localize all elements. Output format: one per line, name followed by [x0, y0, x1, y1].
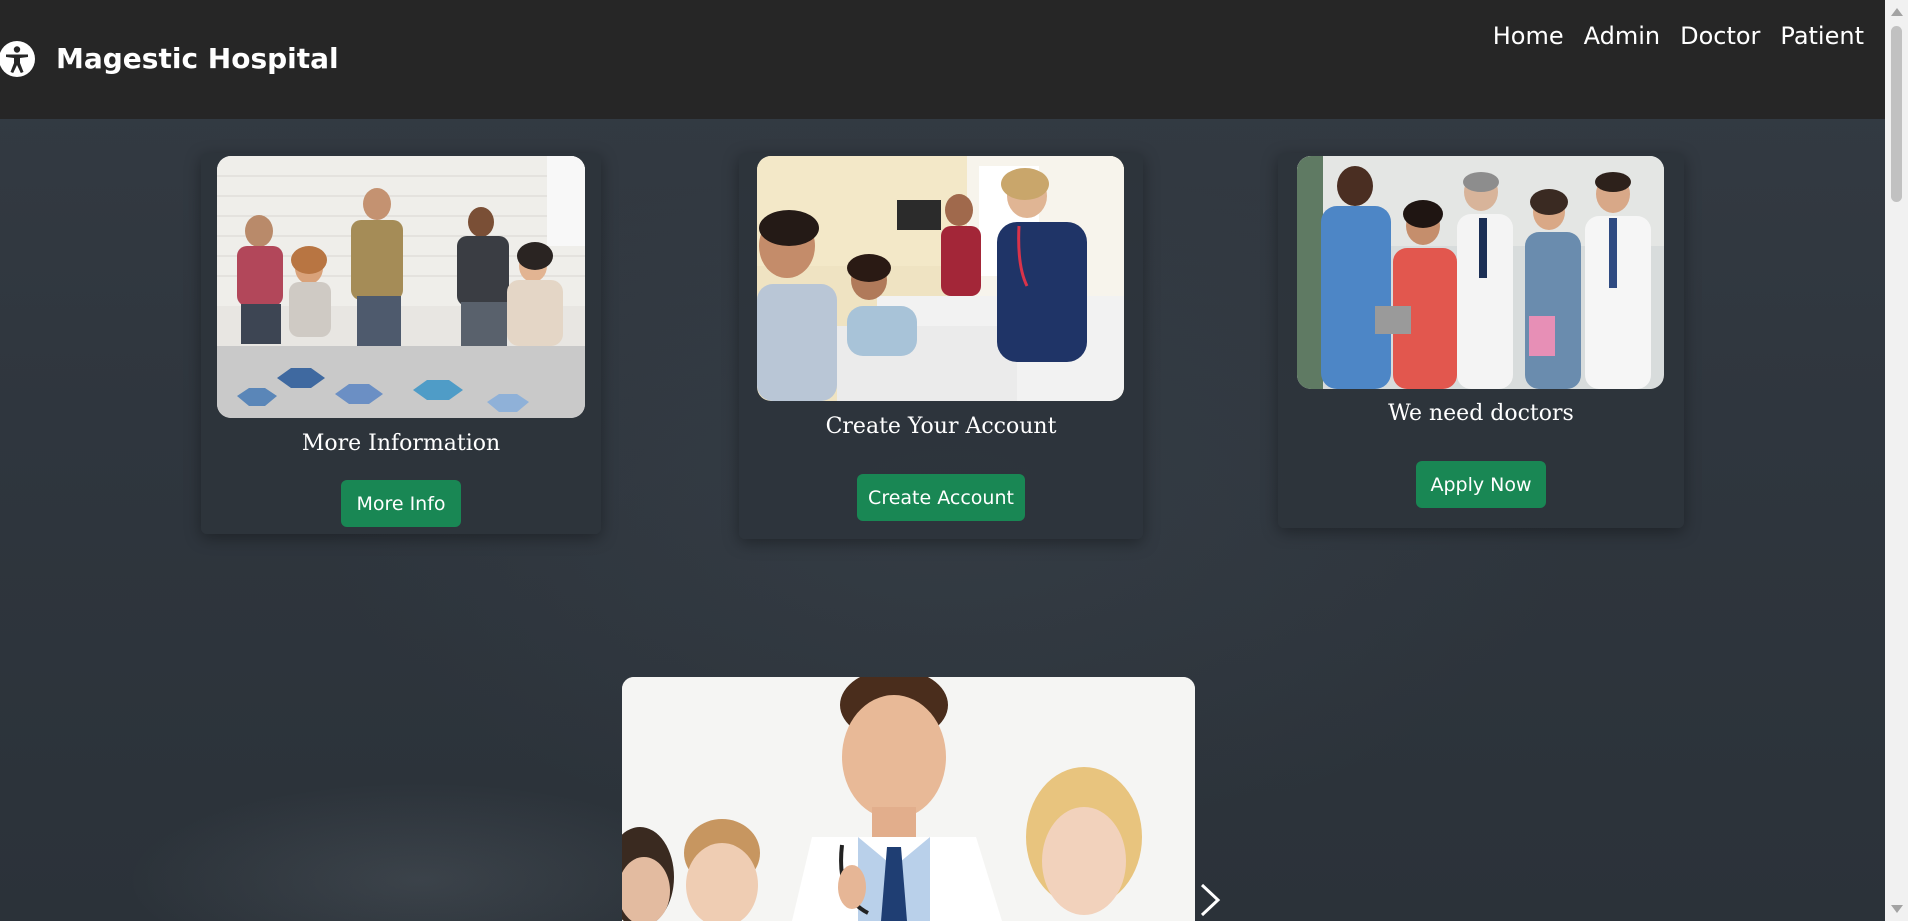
apply-now-button[interactable]: Apply Now — [1416, 461, 1546, 508]
nav-patient-link[interactable]: Patient — [1780, 22, 1864, 50]
patient-in-hospital-bed-photo — [757, 156, 1124, 401]
nav-home-link[interactable]: Home — [1493, 22, 1564, 50]
create-account-button[interactable]: Create Account — [857, 474, 1025, 521]
group-of-people-photo — [217, 156, 585, 418]
card-more-information: More Information More Info — [201, 153, 601, 534]
smiling-doctors-photo — [622, 677, 1195, 921]
more-info-button[interactable]: More Info — [341, 480, 461, 527]
card-title: More Information — [301, 431, 501, 456]
card-create-account: Create Your Account Create Account — [739, 153, 1143, 539]
scroll-thumb[interactable] — [1891, 26, 1902, 202]
card-title: Create Your Account — [825, 414, 1057, 439]
nav-doctor-link[interactable]: Doctor — [1680, 22, 1760, 50]
card-title: We need doctors — [1388, 401, 1574, 426]
navbar: Magestic Hospital Home Admin Doctor Pati… — [0, 0, 1885, 119]
vertical-scrollbar[interactable] — [1885, 0, 1908, 921]
medical-staff-team-photo — [1297, 156, 1664, 389]
carousel — [622, 677, 1195, 921]
accessibility-icon[interactable] — [0, 40, 36, 78]
nav-links: Home Admin Doctor Patient — [1493, 22, 1864, 50]
scroll-down-icon[interactable] — [1891, 905, 1903, 913]
nav-admin-link[interactable]: Admin — [1584, 22, 1661, 50]
card-we-need-doctors: We need doctors Apply Now — [1278, 153, 1684, 528]
brand-name[interactable]: Magestic Hospital — [56, 42, 339, 75]
scroll-up-icon[interactable] — [1891, 8, 1903, 16]
page: Magestic Hospital Home Admin Doctor Pati… — [0, 0, 1908, 921]
chevron-right-icon[interactable] — [1196, 882, 1224, 918]
